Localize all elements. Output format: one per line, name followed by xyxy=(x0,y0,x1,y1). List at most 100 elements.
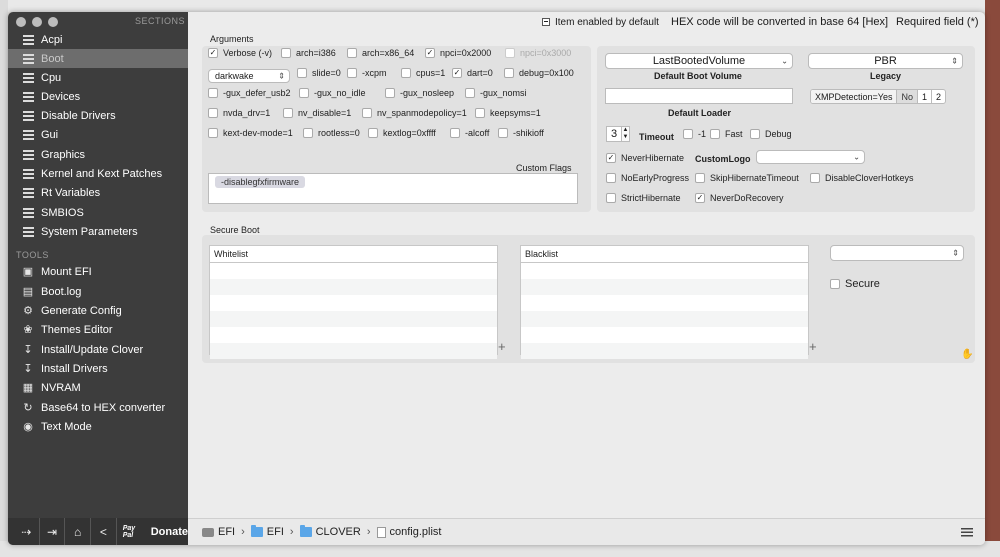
custom-flag-token[interactable]: -disablegfxfirmware xyxy=(215,176,306,188)
checkbox-box[interactable] xyxy=(683,129,693,139)
checkbox-box[interactable] xyxy=(208,88,218,98)
argument-checkbox[interactable]: -gux_nosleep xyxy=(385,88,454,98)
strict-hibernate-checkbox[interactable]: StrictHibernate xyxy=(606,193,681,203)
disable-clover-hotkeys-checkbox[interactable]: DisableCloverHotkeys xyxy=(810,173,914,183)
checkbox-box[interactable] xyxy=(695,173,705,183)
blacklist-table[interactable]: Blacklist xyxy=(520,245,809,359)
table-row[interactable] xyxy=(521,279,808,295)
table-row[interactable] xyxy=(521,295,808,311)
path-segment[interactable]: EFI xyxy=(267,526,284,538)
tool-item[interactable]: ▣ Mount EFI xyxy=(8,262,188,281)
timeout-value[interactable]: 3 xyxy=(606,126,622,142)
table-row[interactable] xyxy=(210,327,497,343)
secure-boot-policy-select[interactable]: ⇕ xyxy=(830,245,964,261)
never-hibernate-checkbox[interactable]: ✓ NeverHibernate xyxy=(606,153,684,163)
table-row[interactable] xyxy=(210,263,497,279)
list-menu-icon[interactable] xyxy=(961,528,973,537)
checkmark-icon[interactable]: ✓ xyxy=(425,48,435,58)
checkbox-box[interactable] xyxy=(303,128,313,138)
checkmark-icon[interactable]: ✓ xyxy=(452,68,462,78)
checkbox-box[interactable] xyxy=(606,193,616,203)
checkbox-box[interactable] xyxy=(368,128,378,138)
export-icon[interactable]: ⇥ xyxy=(40,518,66,545)
debug-checkbox[interactable]: Debug xyxy=(750,129,792,139)
argument-checkbox[interactable]: nv_disable=1 xyxy=(283,108,351,118)
sidebar-item[interactable]: Cpu xyxy=(8,68,188,87)
checkbox-box[interactable] xyxy=(710,129,720,139)
never-do-recovery-checkbox[interactable]: ✓ NeverDoRecovery xyxy=(695,193,784,203)
checkbox-box[interactable] xyxy=(750,129,760,139)
tool-item[interactable]: ▦ NVRAM xyxy=(8,378,188,397)
sidebar-item[interactable]: Acpi xyxy=(8,30,188,49)
sidebar-item[interactable]: SMBIOS xyxy=(8,203,188,222)
argument-checkbox[interactable]: debug=0x100 xyxy=(504,68,574,78)
no-early-progress-checkbox[interactable]: NoEarlyProgress xyxy=(606,173,689,183)
tool-item[interactable]: ↻ Base64 to HEX converter xyxy=(8,398,188,417)
default-loader-field[interactable] xyxy=(605,88,793,104)
argument-checkbox[interactable]: arch=i386 xyxy=(281,48,336,58)
table-row[interactable] xyxy=(210,311,497,327)
checkbox-box[interactable] xyxy=(606,173,616,183)
home-icon[interactable]: ⌂ xyxy=(65,518,92,545)
checkmark-icon[interactable]: ✓ xyxy=(695,193,705,203)
xmp-option-2[interactable]: 2 xyxy=(932,90,945,103)
checkbox-box[interactable] xyxy=(475,108,485,118)
argument-checkbox[interactable]: kextlog=0xffff xyxy=(368,128,436,138)
argument-checkbox[interactable]: -gux_nomsi xyxy=(465,88,527,98)
path-segment[interactable]: CLOVER xyxy=(316,526,361,538)
checkmark-icon[interactable]: ✓ xyxy=(208,48,218,58)
darkwake-select[interactable]: darkwake ⇕ xyxy=(208,69,290,83)
minus-one-checkbox[interactable]: -1 xyxy=(683,129,706,139)
checkbox-box[interactable] xyxy=(498,128,508,138)
argument-checkbox[interactable]: -shikioff xyxy=(498,128,544,138)
argument-checkbox[interactable]: ✓ dart=0 xyxy=(452,68,493,78)
skip-hibernate-timeout-checkbox[interactable]: SkipHibernateTimeout xyxy=(695,173,799,183)
argument-checkbox[interactable]: -gux_defer_usb2 xyxy=(208,88,291,98)
checkbox-box[interactable] xyxy=(465,88,475,98)
tool-item[interactable]: ↧ Install Drivers xyxy=(8,359,188,378)
table-row[interactable] xyxy=(210,295,497,311)
sidebar-item[interactable]: Gui xyxy=(8,125,188,144)
sidebar-item[interactable]: Devices xyxy=(8,87,188,106)
add-whitelist-icon[interactable]: + xyxy=(498,339,506,354)
checkbox-box[interactable] xyxy=(347,68,357,78)
default-boot-volume-select[interactable]: LastBootedVolume ⌄ xyxy=(605,53,793,69)
close-window-button[interactable] xyxy=(16,17,26,27)
argument-checkbox[interactable]: ✓ npci=0x2000 xyxy=(425,48,491,58)
custom-logo-select[interactable]: ⌄ xyxy=(756,150,865,164)
import-icon[interactable]: ⇢ xyxy=(14,518,40,545)
checkbox-box[interactable] xyxy=(297,68,307,78)
checkbox-box[interactable] xyxy=(450,128,460,138)
table-row[interactable] xyxy=(210,279,497,295)
argument-checkbox[interactable]: -gux_no_idle xyxy=(299,88,366,98)
timeout-stepper[interactable]: 3 ▲ ▼ xyxy=(606,126,630,142)
argument-checkbox[interactable]: arch=x86_64 xyxy=(347,48,414,58)
table-row[interactable] xyxy=(210,343,497,359)
checkbox-box[interactable] xyxy=(362,108,372,118)
argument-checkbox[interactable]: cpus=1 xyxy=(401,68,445,78)
checkbox-box[interactable] xyxy=(299,88,309,98)
checkbox-box[interactable] xyxy=(830,279,840,289)
path-segment[interactable]: EFI xyxy=(218,526,235,538)
sidebar-item[interactable]: Boot xyxy=(8,49,188,68)
checkbox-box[interactable] xyxy=(385,88,395,98)
argument-checkbox[interactable]: slide=0 xyxy=(297,68,341,78)
checkmark-icon[interactable]: ✓ xyxy=(606,153,616,163)
checkbox-box[interactable] xyxy=(347,48,357,58)
tool-item[interactable]: ↧ Install/Update Clover xyxy=(8,340,188,359)
argument-checkbox[interactable]: nv_spanmodepolicy=1 xyxy=(362,108,467,118)
stepper-arrows-icon[interactable]: ▲ ▼ xyxy=(622,126,630,142)
sidebar-item[interactable]: Graphics xyxy=(8,145,188,164)
checkbox-box[interactable] xyxy=(810,173,820,183)
table-row[interactable] xyxy=(521,343,808,359)
fast-checkbox[interactable]: Fast xyxy=(710,129,743,139)
sidebar-item[interactable]: Rt Variables xyxy=(8,183,188,202)
xmp-option-1[interactable]: 1 xyxy=(918,90,932,103)
argument-checkbox[interactable]: ✓ Verbose (-v) xyxy=(208,48,272,58)
sidebar-item[interactable]: System Parameters xyxy=(8,222,188,241)
argument-checkbox[interactable]: -xcpm xyxy=(347,68,387,78)
checkbox-box[interactable] xyxy=(504,68,514,78)
checkbox-box[interactable] xyxy=(281,48,291,58)
sidebar-item[interactable]: Disable Drivers xyxy=(8,106,188,125)
checkbox-box[interactable] xyxy=(505,48,515,58)
